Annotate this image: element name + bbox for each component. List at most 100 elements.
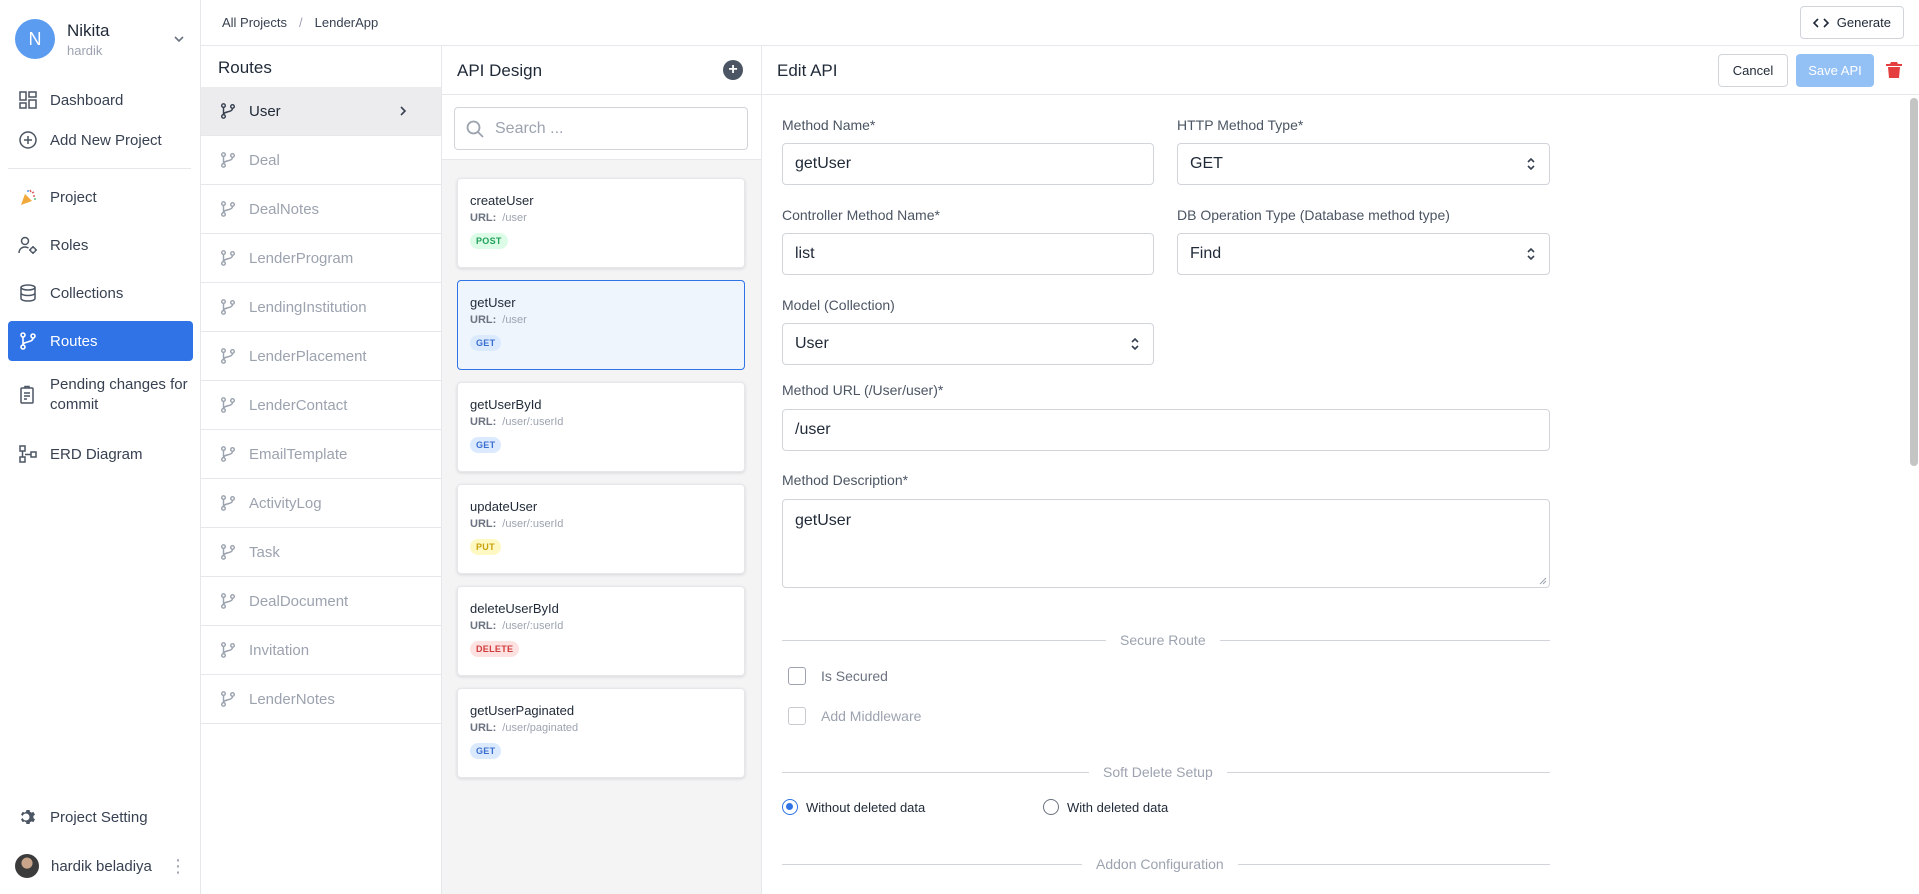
method-url-input[interactable]: /user <box>782 409 1550 451</box>
api-card[interactable]: createUser URL:/user POST <box>457 178 745 268</box>
breadcrumb-all-projects[interactable]: All Projects <box>222 15 287 30</box>
route-label: Invitation <box>249 641 310 659</box>
account-menu[interactable]: hardik beladiya ⋮ <box>15 853 187 879</box>
radio-unselected <box>1043 799 1059 815</box>
nav-routes[interactable]: Routes <box>8 321 193 361</box>
route-item[interactable]: EmailTemplate <box>201 430 441 479</box>
controller-method-name-input[interactable]: list <box>782 233 1154 275</box>
route-item[interactable]: LenderNotes <box>201 675 441 724</box>
nav-roles[interactable]: Roles <box>8 231 193 259</box>
model-collection-select[interactable]: User <box>782 323 1154 365</box>
api-card[interactable]: getUserById URL:/user/:userId GET <box>457 382 745 472</box>
route-label: EmailTemplate <box>249 445 348 463</box>
route-label: LenderPlacement <box>249 347 367 365</box>
nav-dashboard[interactable]: Dashboard <box>8 86 193 114</box>
breadcrumb: All Projects / LenderApp <box>222 15 378 30</box>
nav-project-setting[interactable]: Project Setting <box>8 803 193 831</box>
route-item[interactable]: LenderContact <box>201 381 441 430</box>
chevron-down-icon[interactable] <box>171 31 187 47</box>
user-gear-icon <box>18 236 37 254</box>
chevron-right-icon <box>400 106 407 116</box>
db-operation-type-label: DB Operation Type (Database method type) <box>1177 207 1450 223</box>
git-branch-icon <box>220 495 236 511</box>
model-collection-label: Model (Collection) <box>782 297 895 313</box>
nav-label: Dashboard <box>50 91 124 109</box>
route-item[interactable]: DealNotes <box>201 185 441 234</box>
route-item[interactable]: User <box>201 87 441 136</box>
add-middleware-checkbox[interactable]: Add Middleware <box>788 707 921 725</box>
scrollbar[interactable] <box>1910 98 1918 466</box>
profile-photo <box>15 854 39 878</box>
git-branch-icon <box>220 642 236 658</box>
route-item[interactable]: LenderProgram <box>201 234 441 283</box>
git-branch-icon <box>220 348 236 364</box>
nav-pending-changes[interactable]: Pending changes for commit <box>8 375 193 417</box>
code-icon <box>1812 17 1829 28</box>
top-bar: All Projects / LenderApp Generate <box>201 0 1919 46</box>
nav-add-new-project[interactable]: Add New Project <box>8 126 193 154</box>
route-item[interactable]: LendingInstitution <box>201 283 441 332</box>
checkbox-box <box>788 707 806 725</box>
api-name: getUserPaginated <box>470 703 575 718</box>
user-avatar: N <box>15 19 55 59</box>
with-deleted-radio[interactable]: With deleted data <box>1043 799 1168 815</box>
method-description-textarea[interactable]: getUser <box>782 499 1550 588</box>
cancel-button[interactable]: Cancel <box>1718 54 1788 87</box>
nav-project[interactable]: Project <box>8 183 193 211</box>
nav-label: Pending changes for <box>50 376 188 393</box>
route-item[interactable]: Deal <box>201 136 441 185</box>
select-arrows-icon <box>1527 157 1535 171</box>
db-operation-type-select[interactable]: Find <box>1177 233 1550 275</box>
api-url: URL:/user/paginated <box>470 722 579 734</box>
breadcrumb-current[interactable]: LenderApp <box>315 15 379 30</box>
route-item[interactable]: LenderPlacement <box>201 332 441 381</box>
nav-label: Roles <box>50 236 89 254</box>
route-label: LenderProgram <box>249 249 354 267</box>
without-deleted-radio[interactable]: Without deleted data <box>782 799 925 815</box>
search-icon <box>466 120 484 138</box>
is-secured-checkbox[interactable]: Is Secured <box>788 667 888 685</box>
method-url-label: Method URL (/User/user)* <box>782 382 944 398</box>
search-input[interactable] <box>495 119 735 138</box>
workspace-switcher[interactable]: N Nikita hardik <box>15 18 187 60</box>
diagram-icon <box>19 445 37 463</box>
more-vertical-icon[interactable]: ⋮ <box>169 856 187 877</box>
add-api-button[interactable]: + <box>723 60 743 80</box>
plus-circle-icon <box>19 131 37 149</box>
api-name: updateUser <box>470 499 538 514</box>
method-description-label: Method Description* <box>782 472 909 488</box>
api-card[interactable]: updateUser URL:/user/:userId PUT <box>457 484 745 574</box>
route-label: LenderContact <box>249 396 348 414</box>
route-item[interactable]: ActivityLog <box>201 479 441 528</box>
account-name: hardik beladiya <box>51 857 152 875</box>
nav-label: Project <box>50 188 97 206</box>
api-card[interactable]: getUser URL:/user GET <box>457 280 745 370</box>
route-item[interactable]: Task <box>201 528 441 577</box>
dashboard-icon <box>19 91 37 109</box>
save-api-button[interactable]: Save API <box>1796 54 1874 87</box>
method-badge: GET <box>470 743 502 759</box>
nav-divider <box>8 168 191 169</box>
route-label: LenderNotes <box>249 690 335 708</box>
generate-button[interactable]: Generate <box>1799 6 1904 39</box>
controller-method-name-label: Controller Method Name* <box>782 207 940 223</box>
nav-collections[interactable]: Collections <box>8 279 193 307</box>
party-popper-icon <box>21 189 36 205</box>
method-name-input[interactable]: getUser <box>782 143 1154 185</box>
route-label: LendingInstitution <box>249 298 367 316</box>
api-card[interactable]: getUserPaginated URL:/user/paginated GET <box>457 688 745 778</box>
nav-erd-diagram[interactable]: ERD Diagram <box>8 440 193 468</box>
trash-icon[interactable] <box>1884 60 1904 80</box>
route-label: ActivityLog <box>249 494 322 512</box>
nav-label: commit <box>50 396 99 413</box>
api-url: URL:/user <box>470 314 527 326</box>
left-sidebar: N Nikita hardik Dashboard Add New Projec… <box>0 0 201 894</box>
http-method-type-select[interactable]: GET <box>1177 143 1550 185</box>
route-item[interactable]: Invitation <box>201 626 441 675</box>
api-card[interactable]: deleteUserById URL:/user/:userId DELETE <box>457 586 745 676</box>
checkbox-box <box>788 667 806 685</box>
route-item[interactable]: DealDocument <box>201 577 441 626</box>
resize-handle-icon[interactable] <box>1539 577 1547 585</box>
user-name: Nikita <box>67 20 110 40</box>
api-name: getUserById <box>470 397 542 412</box>
